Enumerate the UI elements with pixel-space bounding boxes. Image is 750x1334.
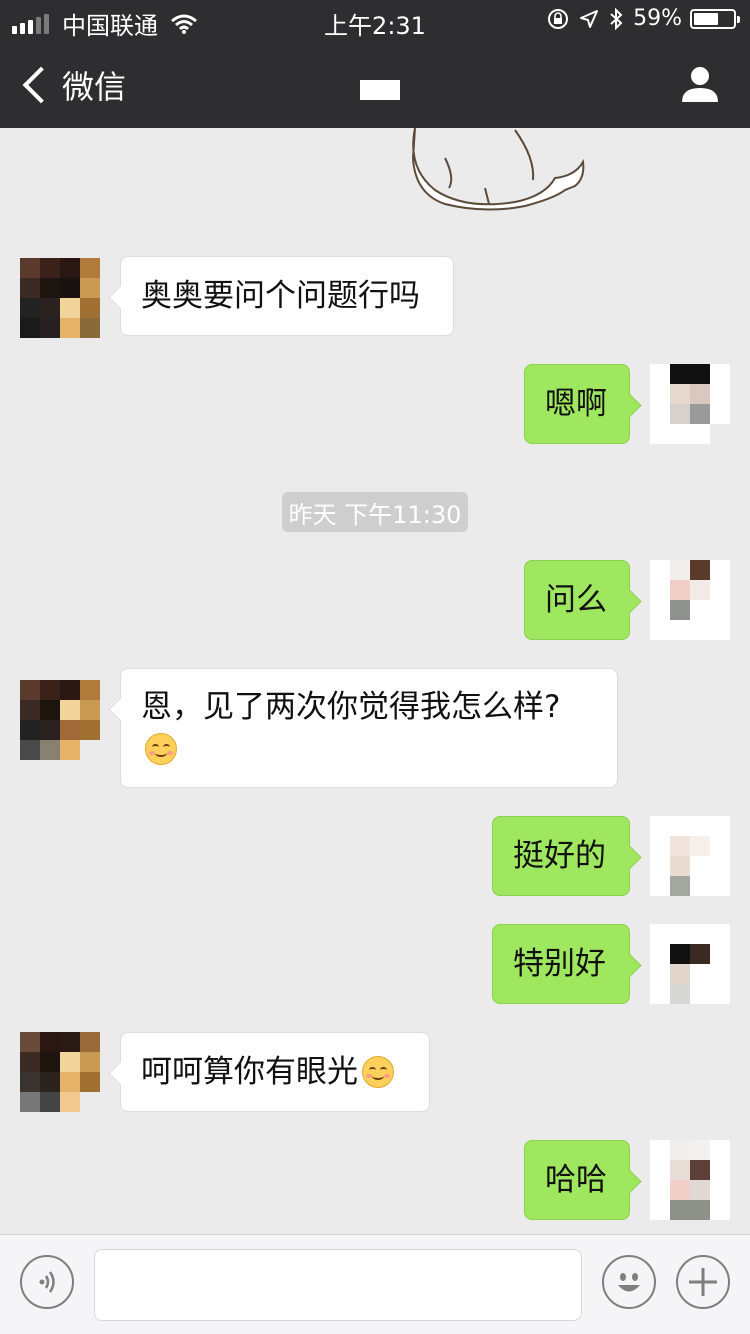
message-input[interactable] (94, 1249, 582, 1321)
message-text: 问么 (545, 582, 607, 618)
back-button[interactable]: 微信 (16, 62, 126, 108)
message-bubble-received[interactable]: 呵呵算你有眼光 (120, 1032, 430, 1112)
voice-button[interactable] (20, 1255, 74, 1309)
status-bar: 中国联通 上午2:31 59% (0, 0, 750, 40)
my-avatar[interactable] (650, 560, 730, 640)
message-bubble-sent[interactable]: 哈哈 (524, 1140, 630, 1220)
message-text: 恩，见了两次你觉得我怎么样? (141, 689, 561, 725)
message-text: 特别好 (513, 946, 606, 982)
message-bubble-sent[interactable]: 嗯啊 (524, 364, 630, 444)
message-bubble-received[interactable]: 恩，见了两次你觉得我怎么样? (120, 668, 618, 788)
battery-percent: 59% (633, 6, 682, 31)
profile-icon[interactable] (680, 64, 720, 104)
my-avatar[interactable] (650, 924, 730, 1004)
emoji-button[interactable] (602, 1255, 656, 1309)
message-text: 挺好的 (513, 838, 606, 874)
bluetooth-icon (610, 7, 623, 30)
message-bubble-received[interactable]: 奥奥要问个问题行吗 (120, 256, 454, 336)
message-text: 奥奥要问个问题行吗 (141, 278, 420, 314)
timestamp-label: 昨天 下午11:30 (282, 492, 468, 532)
message-bubble-sent[interactable]: 特别好 (492, 924, 630, 1004)
chat-area[interactable]: 奥奥要问个问题行吗 嗯啊 昨天 下午11:30 问么 恩，见了两次你觉得我怎么样… (0, 128, 750, 1234)
message-bubble-sent[interactable]: 挺好的 (492, 816, 630, 896)
message-bubble-sent[interactable]: 问么 (524, 560, 630, 640)
smiling-emoji-icon (145, 732, 177, 765)
message-text: 哈哈 (545, 1162, 607, 1198)
status-right: 59% (537, 6, 740, 31)
contact-avatar[interactable] (20, 258, 100, 338)
voice-icon (39, 1271, 55, 1293)
emoji-icon (618, 1273, 640, 1292)
location-icon (580, 9, 599, 28)
my-avatar[interactable] (650, 816, 730, 896)
back-chevron-icon (22, 66, 60, 104)
input-bar (0, 1234, 750, 1334)
message-text: 嗯啊 (545, 386, 607, 422)
contact-avatar[interactable] (20, 680, 100, 760)
message-text: 呵呵算你有眼光 (141, 1054, 358, 1090)
plus-icon (689, 1268, 717, 1296)
nav-bar: 微信 (0, 40, 750, 128)
my-avatar[interactable] (650, 364, 730, 444)
orientation-lock-icon (548, 8, 569, 29)
more-button[interactable] (676, 1255, 730, 1309)
back-label: 微信 (62, 68, 127, 106)
sticker-image (411, 128, 585, 211)
chat-title (360, 80, 400, 100)
contact-avatar[interactable] (20, 1032, 100, 1112)
battery-icon (690, 8, 740, 29)
smiling-emoji-icon (362, 1056, 394, 1088)
my-avatar[interactable] (650, 1140, 730, 1220)
